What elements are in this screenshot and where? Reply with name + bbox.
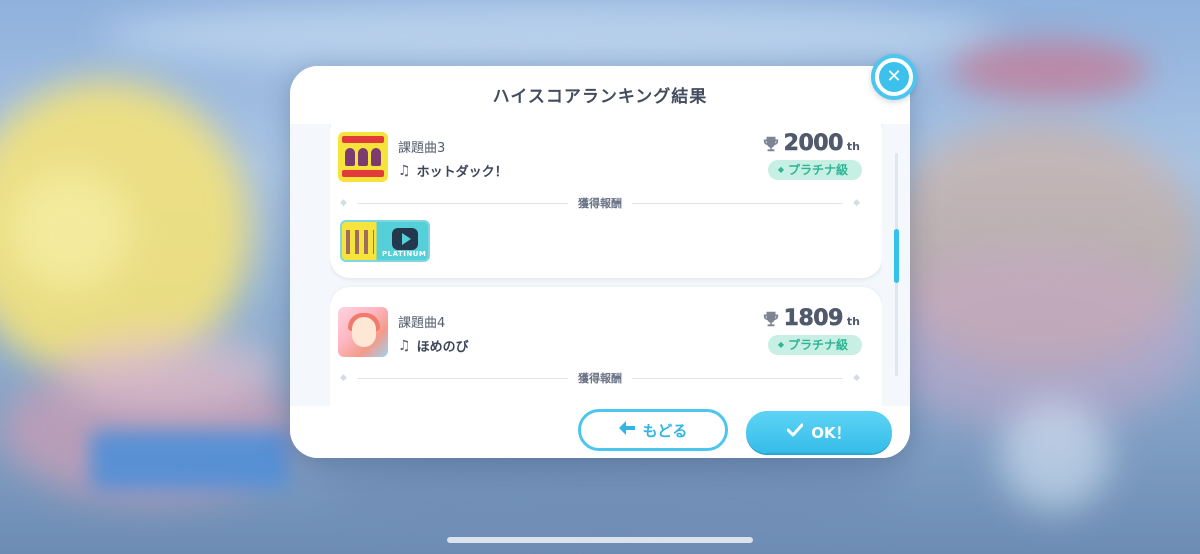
home-indicator[interactable] [447, 537, 753, 543]
song-name: ♫ ほめのび [398, 336, 469, 356]
scrollbar-thumb[interactable] [894, 229, 899, 283]
close-button[interactable]: ✕ [871, 54, 917, 100]
result-card-song-4: 課題曲4 ♫ ほめのび 1809 th ◆ プラチナ級 ◆ 獲得報酬 ◆ [330, 287, 882, 406]
play-icon [392, 228, 418, 250]
ok-button[interactable]: OK！ [746, 411, 892, 453]
reward-divider: ◆ 獲得報酬 ◆ [340, 372, 860, 385]
reward-item-jacket[interactable]: PLATINUM [340, 220, 430, 262]
tier-badge: ◆ プラチナ級 [767, 335, 862, 355]
ok-button-label: OK！ [811, 423, 851, 442]
rank-suffix: th [846, 315, 860, 328]
dialog-header: ハイスコアランキング結果 [290, 66, 910, 124]
song-name-label: ほめのび [416, 340, 469, 355]
rank-number: 1809 [783, 306, 843, 332]
reward-divider: ◆ 獲得報酬 ◆ [340, 197, 860, 210]
song-subtitle: 課題曲4 [398, 316, 446, 331]
check-icon [786, 423, 804, 441]
music-note-icon: ♫ [398, 337, 411, 354]
song-name: ♫ ホットダック！ [398, 161, 508, 181]
song-name-label: ホットダック！ [416, 165, 508, 180]
ranking-result-dialog: ハイスコアランキング結果 課題曲3 ♫ ホットダック！ 2000 th ◆ プラ… [290, 66, 910, 458]
back-button-label: もどる [642, 421, 688, 440]
trophy-icon [763, 136, 778, 151]
reward-label: 獲得報酬 [578, 372, 622, 385]
rank-display: 1809 th [762, 306, 860, 331]
back-button[interactable]: もどる [578, 409, 728, 451]
rank-display: 2000 th [762, 131, 860, 156]
music-note-icon: ♫ [398, 162, 411, 179]
reward-label: 獲得報酬 [578, 197, 622, 210]
trophy-icon [763, 311, 778, 326]
result-card-song-3: 課題曲3 ♫ ホットダック！ 2000 th ◆ プラチナ級 ◆ 獲得報酬 ◆ … [330, 124, 882, 278]
song-subtitle: 課題曲3 [398, 141, 446, 156]
dialog-title: ハイスコアランキング結果 [492, 86, 708, 107]
song-jacket [338, 307, 388, 357]
close-icon: ✕ [879, 62, 909, 92]
result-list[interactable]: 課題曲3 ♫ ホットダック！ 2000 th ◆ プラチナ級 ◆ 獲得報酬 ◆ … [330, 124, 882, 406]
rank-suffix: th [846, 140, 860, 153]
reward-item-label: PLATINUM [382, 250, 427, 258]
tier-label: プラチナ級 [787, 163, 848, 177]
song-jacket [338, 132, 388, 182]
tier-label: プラチナ級 [787, 338, 848, 352]
tier-badge: ◆ プラチナ級 [767, 160, 862, 180]
arrow-left-icon [618, 421, 635, 439]
rank-number: 2000 [783, 131, 843, 157]
